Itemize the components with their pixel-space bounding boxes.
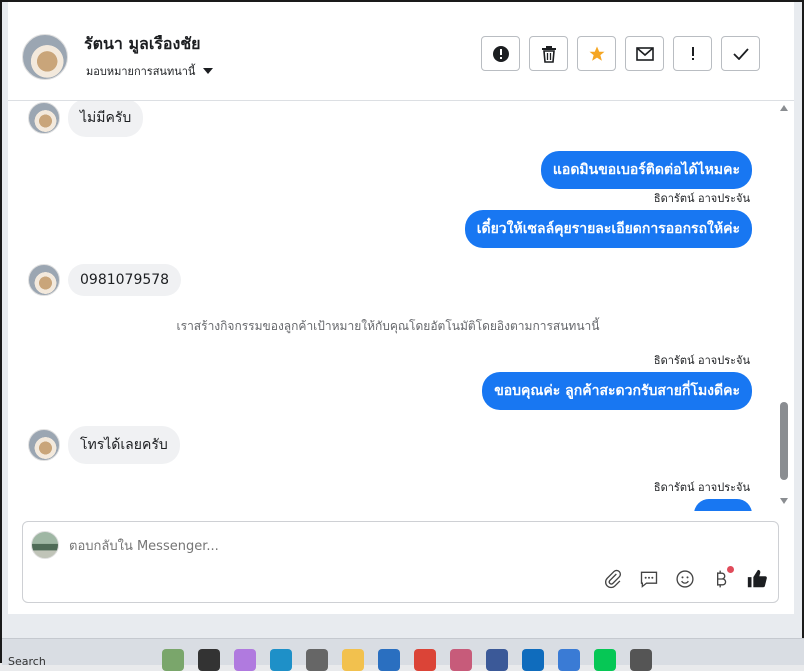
taskbar-app-icon[interactable] [450, 649, 472, 671]
outgoing-message[interactable]: เดี๋ยวให้เซลล์คุยรายละเอียดการออกรถให้ค่… [464, 210, 752, 248]
payment-button[interactable] [710, 566, 734, 590]
taskbar-app-icon[interactable] [414, 649, 436, 671]
notification-dot [727, 566, 734, 573]
sender-name: ธิดารัตน์ อาจประจัน [653, 192, 750, 205]
spam-button[interactable] [481, 36, 520, 71]
os-taskbar: Search [2, 638, 804, 671]
taskbar-app-icon[interactable] [558, 649, 580, 671]
caret-down-icon [203, 68, 214, 74]
taskbar-app-icon[interactable] [378, 649, 400, 671]
contact-avatar-small [28, 429, 60, 461]
taskbar-app-icon[interactable] [342, 649, 364, 671]
emoji-icon [676, 570, 694, 588]
taskbar-app-icon[interactable] [234, 649, 256, 671]
composer-tools [602, 566, 768, 590]
star-button[interactable] [577, 36, 616, 71]
header-actions [481, 36, 760, 71]
done-button[interactable] [721, 36, 760, 71]
message-bubble[interactable]: 0981079578 [68, 264, 182, 296]
contact-avatar-small [28, 264, 60, 296]
exclamation-icon [691, 46, 694, 60]
sender-name: ธิดารัตน์ อาจประจัน [653, 354, 750, 367]
message-thread[interactable]: ไม่มีครับ แอดมินขอเบอร์ติดต่อได้ไหมคะ ธิ… [8, 101, 794, 511]
message-bubble[interactable]: ไม่มีครับ [68, 101, 144, 137]
scrollbar-thumb[interactable] [780, 402, 788, 480]
taskbar-app-icon[interactable] [594, 649, 616, 671]
mark-unread-button[interactable] [625, 36, 664, 71]
star-icon [589, 46, 604, 61]
follow-up-button[interactable] [673, 36, 712, 71]
contact-avatar-small [28, 102, 60, 134]
taskbar-app-icon[interactable] [522, 649, 544, 671]
conversation-header: รัตนา มูลเรืองชัย มอบหมายการสนทนานี้ [8, 2, 794, 101]
taskbar-app-icon[interactable] [486, 649, 508, 671]
system-notice: เราสร้างกิจกรรมของลูกค้าเป้าหมายให้กับคุ… [176, 319, 600, 333]
assign-conversation-dropdown[interactable]: มอบหมายการสนทนานี้ [86, 62, 214, 80]
trash-icon [541, 45, 556, 63]
outgoing-message[interactable]: ขอบคุณค่ะ ลูกค้าสะดวกรับสายกี่โมงดีคะ [482, 372, 752, 410]
contact-name[interactable]: รัตนา มูลเรืองชัย [84, 32, 201, 57]
reply-input[interactable] [69, 536, 569, 556]
check-icon [732, 47, 749, 60]
scroll-up-arrow[interactable] [780, 105, 788, 111]
taskbar-app-icon[interactable] [198, 649, 220, 671]
outgoing-message-partial[interactable] [694, 499, 752, 511]
assign-label: มอบหมายการสนทนานี้ [86, 65, 196, 78]
taskbar-app-icon[interactable] [162, 649, 184, 671]
incoming-message: ไม่มีครับ [28, 101, 144, 137]
attach-button[interactable] [602, 568, 624, 590]
sender-name: ธิดารัตน์ อาจประจัน [653, 481, 750, 494]
incoming-message: โทรได้เลยครับ [28, 426, 180, 464]
scroll-down-arrow[interactable] [780, 498, 788, 504]
saved-replies-icon [640, 571, 658, 588]
attach-icon [605, 569, 622, 589]
taskbar-app-icon[interactable] [270, 649, 292, 671]
incoming-message: 0981079578 [28, 264, 182, 296]
contact-avatar[interactable] [22, 34, 68, 80]
envelope-icon [635, 46, 654, 61]
taskbar-apps [162, 649, 652, 671]
window-frame: รัตนา มูลเรืองชัย มอบหมายการสนทนานี้ ไม่… [0, 0, 804, 671]
alert-circle-icon [492, 45, 509, 62]
like-button[interactable] [746, 568, 768, 590]
emoji-button[interactable] [674, 568, 696, 590]
outgoing-message[interactable]: แอดมินขอเบอร์ติดต่อได้ไหมคะ [540, 151, 752, 189]
taskbar-search[interactable]: Search [8, 655, 46, 668]
conversation-panel: รัตนา มูลเรืองชัย มอบหมายการสนทนานี้ ไม่… [8, 2, 794, 614]
page-avatar [31, 531, 59, 559]
delete-button[interactable] [529, 36, 568, 71]
reply-composer [22, 521, 779, 603]
like-icon [747, 569, 767, 588]
taskbar-app-icon[interactable] [630, 649, 652, 671]
message-bubble[interactable]: โทรได้เลยครับ [68, 426, 180, 464]
saved-replies-button[interactable] [638, 568, 660, 590]
taskbar-app-icon[interactable] [306, 649, 328, 671]
